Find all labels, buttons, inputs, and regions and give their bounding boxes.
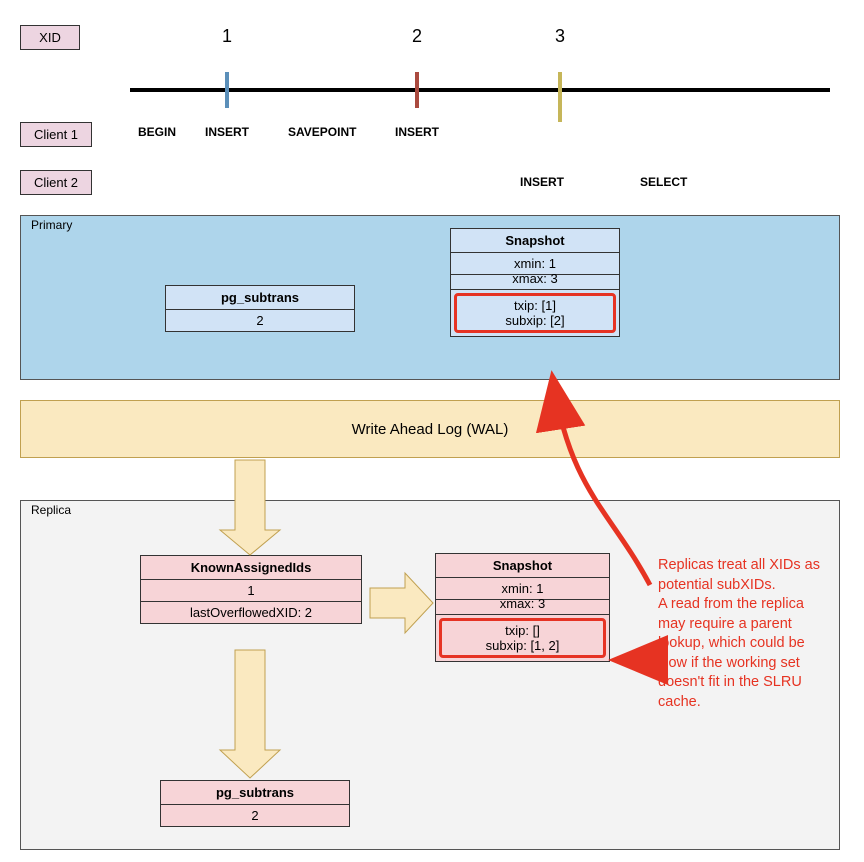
- c1-begin: BEGIN: [138, 125, 176, 139]
- replica-xmax: xmax: 3: [436, 596, 609, 615]
- wal-box: Write Ahead Log (WAL): [20, 400, 840, 458]
- tick-3: [558, 72, 562, 122]
- client1-label: Client 1: [20, 122, 92, 147]
- xid-label: XID: [20, 25, 80, 50]
- replica-known-row1: 1: [141, 580, 361, 602]
- replica-txip-box: txip: [] subxip: [1, 2]: [439, 618, 606, 658]
- primary-txip-box: txip: [1] subxip: [2]: [454, 293, 616, 333]
- client2-label: Client 2: [20, 170, 92, 195]
- c2-select: SELECT: [640, 175, 687, 189]
- replica-snapshot-title: Snapshot: [436, 554, 609, 578]
- timeline: [130, 88, 830, 92]
- primary-pg-subtrans-title: pg_subtrans: [166, 286, 354, 310]
- annotation-text: Replicas treat all XIDs as potential sub…: [658, 556, 833, 713]
- replica-known-row2: lastOverflowedXID: 2: [141, 602, 361, 623]
- c1-savepoint: SAVEPOINT: [288, 125, 356, 139]
- primary-pg-subtrans-row: 2: [166, 310, 354, 331]
- primary-title: Primary: [31, 218, 72, 232]
- replica-txip: txip: []: [442, 623, 603, 638]
- primary-xmax: xmax: 3: [451, 271, 619, 290]
- replica-pg-subtrans-row: 2: [161, 805, 349, 826]
- replica-known-title: KnownAssignedIds: [141, 556, 361, 580]
- primary-txip: txip: [1]: [457, 298, 613, 313]
- tick-1: [225, 72, 229, 108]
- primary-subxip: subxip: [2]: [457, 313, 613, 328]
- tick-2: [415, 72, 419, 108]
- primary-pg-subtrans: pg_subtrans 2: [165, 285, 355, 332]
- primary-snapshot: Snapshot xmin: 1 xmax: 3 txip: [1] subxi…: [450, 228, 620, 337]
- xid-3: 3: [545, 26, 575, 47]
- primary-snapshot-title: Snapshot: [451, 229, 619, 253]
- replica-title: Replica: [31, 503, 71, 517]
- c1-insert1: INSERT: [205, 125, 249, 139]
- replica-known: KnownAssignedIds 1 lastOverflowedXID: 2: [140, 555, 362, 624]
- xid-1: 1: [212, 26, 242, 47]
- c1-insert2: INSERT: [395, 125, 439, 139]
- c2-insert: INSERT: [520, 175, 564, 189]
- replica-pg-subtrans-title: pg_subtrans: [161, 781, 349, 805]
- xid-2: 2: [402, 26, 432, 47]
- replica-snapshot: Snapshot xmin: 1 xmax: 3 txip: [] subxip…: [435, 553, 610, 662]
- primary-panel: Primary: [20, 215, 840, 380]
- replica-pg-subtrans: pg_subtrans 2: [160, 780, 350, 827]
- replica-subxip: subxip: [1, 2]: [442, 638, 603, 653]
